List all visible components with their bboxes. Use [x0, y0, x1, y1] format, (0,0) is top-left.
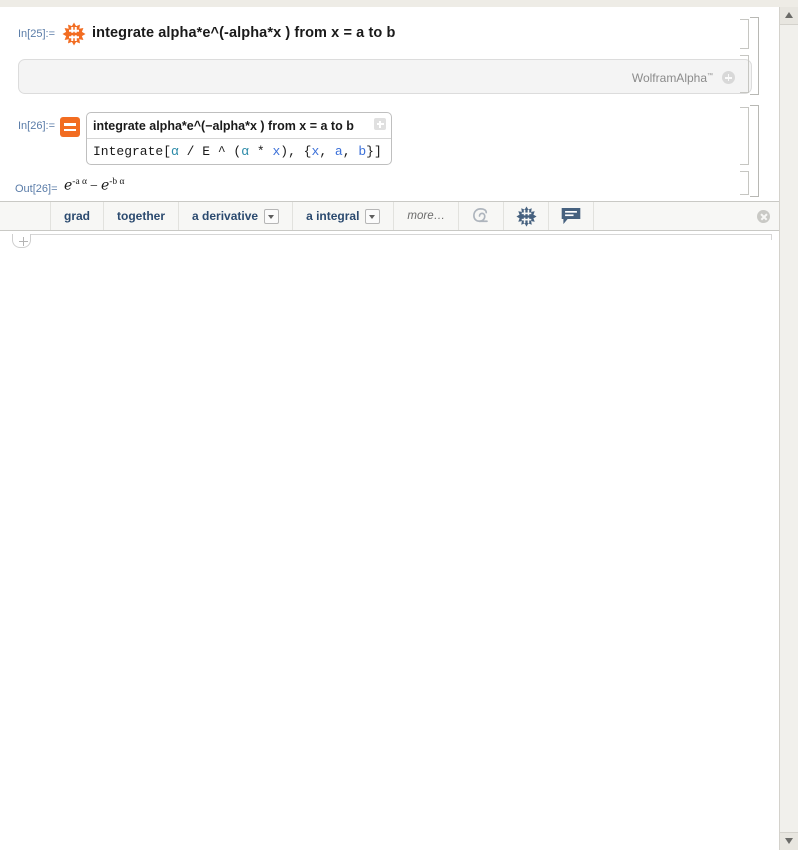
cell-insertion-point[interactable] [12, 234, 772, 248]
notebook-canvas[interactable]: In[25]:= integrate alpha*e^(-alpha*x) f… [0, 7, 779, 850]
code-alpha-2: α [241, 144, 250, 159]
comment-bubble-icon[interactable] [549, 202, 595, 230]
wolfram-alpha-spikey-icon [62, 22, 86, 46]
wolfram-alpha-brand-text: WolframAlpha [631, 71, 707, 85]
suggestions-bar[interactable]: grad together a derivative a integral mo… [0, 201, 779, 231]
cell-bracket-outer-1[interactable] [750, 17, 759, 95]
output-exponent-1: -a α [72, 177, 88, 187]
toolbar-item[interactable] [6, 0, 15, 2]
toolbar-item[interactable] [37, 0, 46, 2]
suggestion-label: together [117, 209, 166, 223]
suggestions-bar-filler [594, 202, 779, 230]
code-slash: / E ^ ( [178, 144, 242, 159]
code-alpha-1: α [171, 144, 179, 159]
suggestions-bar-spacer [0, 202, 51, 230]
toolbar-item[interactable] [130, 0, 139, 2]
toolbar-item[interactable] [161, 0, 170, 2]
output-operator: − [90, 178, 98, 194]
code-b: b [358, 144, 367, 159]
scroll-down-arrow[interactable] [780, 832, 798, 850]
output-expression: ℯ-a α − ℯ-b α [64, 177, 125, 195]
suggestion-a-derivative-button[interactable]: a derivative [179, 202, 294, 230]
mathematica-spikey-e-icon[interactable] [459, 202, 505, 230]
wolfram-alpha-code-box[interactable]: integrate alpha*e^(−alpha*x ) from x = a… [86, 112, 392, 165]
cell-bracket-inner-2a[interactable] [740, 107, 749, 165]
output-exponent-2: -b α [109, 177, 125, 187]
wolfram-alpha-result-pod[interactable]: WolframAlpha™ [18, 59, 752, 94]
suggestion-grad-button[interactable]: grad [51, 202, 105, 230]
cell-bracket-inner-2b[interactable] [740, 171, 749, 195]
suggestion-label: a integral [306, 209, 360, 223]
triangle-down-icon [785, 838, 793, 844]
code-a: a [334, 144, 343, 159]
suggestion-label: grad [64, 209, 91, 223]
toolbar-row [0, 0, 263, 7]
toolbar-item[interactable] [223, 0, 232, 2]
plus-icon [18, 236, 28, 246]
suggestion-label: a derivative [192, 209, 259, 223]
toolbar-item[interactable] [254, 0, 263, 2]
code-star: * [249, 144, 273, 159]
code-box-query-line[interactable]: integrate alpha*e^(−alpha*x ) from x = a… [87, 113, 391, 139]
wolfram-alpha-brand: WolframAlpha™ [632, 71, 713, 85]
in-label-25: In[25]:= [18, 28, 56, 40]
insertion-point-rule-cap [771, 234, 772, 240]
suggestion-together-button[interactable]: together [104, 202, 180, 230]
toolbar-item[interactable] [68, 0, 77, 2]
out-label-26: Out[26]= [15, 183, 58, 195]
cell-bracket-outer-2[interactable] [750, 105, 759, 197]
code-comma-2: , [342, 144, 359, 159]
suggestion-label: more… [407, 210, 446, 222]
code-comma-1: , [319, 144, 335, 159]
cell-bracket-inner-1b[interactable] [740, 55, 749, 93]
wolfram-alpha-query-text[interactable]: integrate alpha*e^(-alpha*x ) from x = a… [92, 25, 395, 41]
code-box-plus-button[interactable] [374, 118, 386, 130]
output-cell[interactable]: Out[26]= ℯ-a α − ℯ-b α [0, 173, 760, 201]
suggestion-more-button[interactable]: more… [394, 202, 460, 230]
close-icon[interactable] [757, 210, 770, 223]
chevron-down-icon[interactable] [264, 208, 280, 224]
toolbar-item[interactable] [99, 0, 108, 2]
chevron-down-icon[interactable] [365, 208, 381, 224]
wolfram-alpha-spikey-icon[interactable] [504, 202, 550, 230]
cell-bracket-inner-1a[interactable] [740, 19, 749, 49]
scroll-up-arrow[interactable] [780, 7, 798, 25]
vertical-scrollbar[interactable] [779, 7, 798, 850]
insertion-point-pill[interactable] [12, 234, 31, 248]
trademark-symbol: ™ [707, 73, 713, 79]
in-label-26: In[26]:= [18, 120, 56, 132]
triangle-up-icon [785, 12, 793, 18]
toolbar-item[interactable] [192, 0, 201, 2]
equals-bar-bottom [64, 128, 76, 131]
equals-badge-icon[interactable] [60, 117, 80, 137]
wolfram-alpha-query-cell[interactable]: In[25]:= integrate alpha*e^(-alpha*x) f… [0, 7, 760, 48]
code-fn: Integrate[ [93, 144, 172, 159]
insertion-point-rule [31, 234, 772, 235]
code-close-1: ), { [280, 144, 312, 159]
code-box-code-line[interactable]: Integrate[α / E ^ (α * x), {x, a, b}] [87, 139, 391, 164]
output-base-2: ℯ [100, 178, 110, 194]
code-close-2: }] [366, 144, 382, 159]
suggestion-a-integral-button[interactable]: a integral [293, 202, 395, 230]
equals-bar-top [64, 123, 76, 126]
